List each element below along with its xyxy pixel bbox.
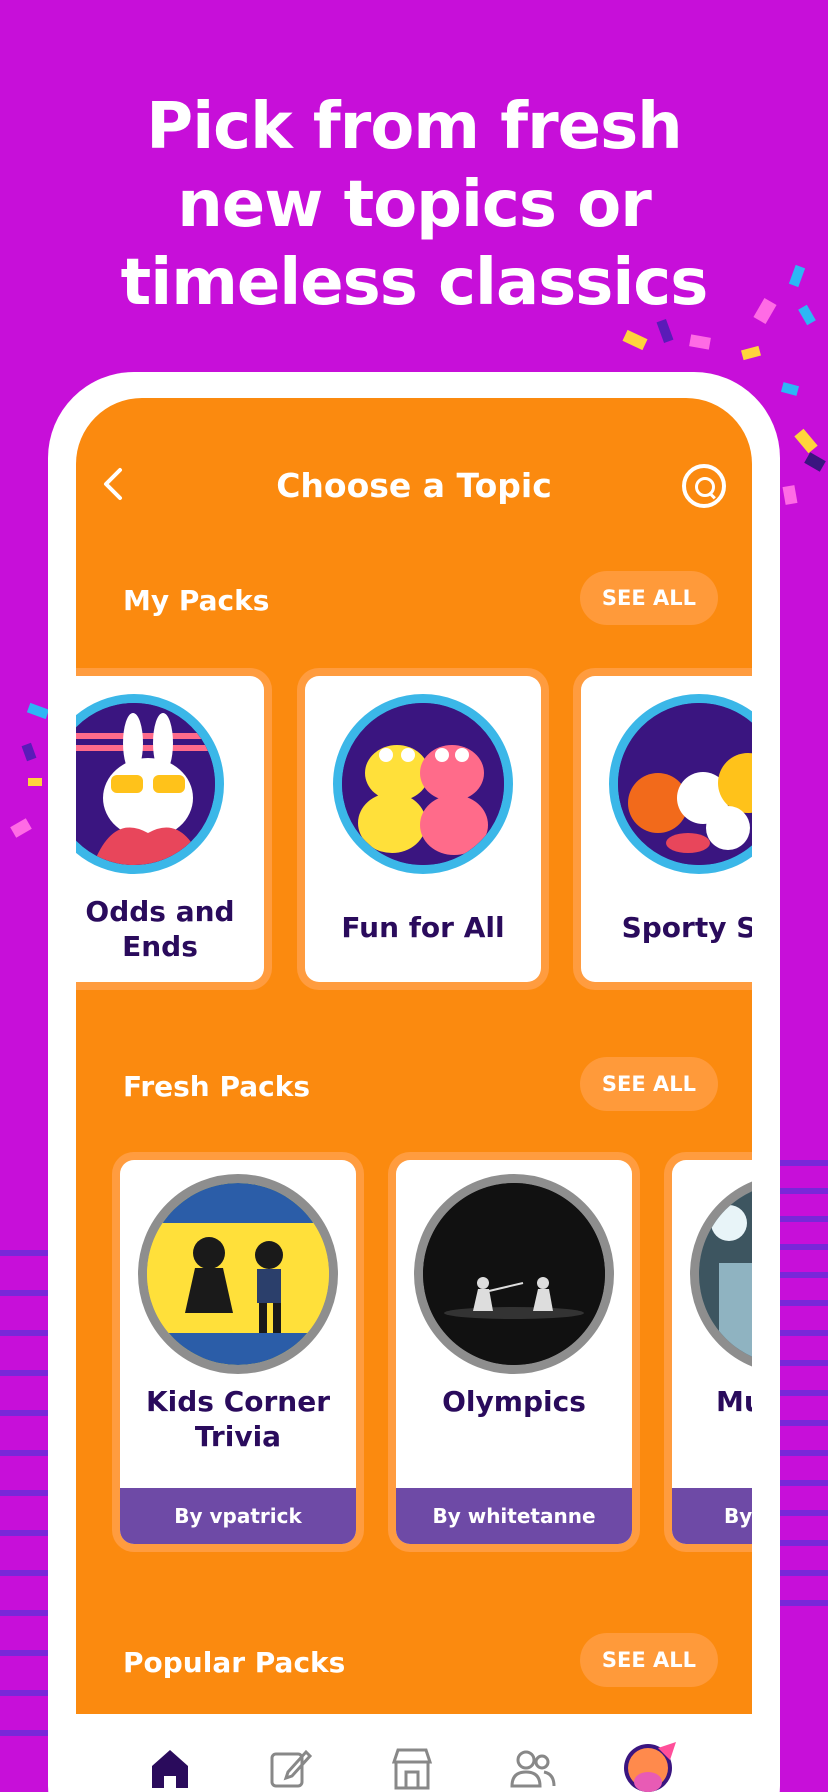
app-screen: Choose a Topic My Packs SEE ALL Odds and… [76, 398, 752, 1792]
see-all-button-fresh-packs[interactable]: SEE ALL [580, 1057, 718, 1111]
author-label: By vpatrick [120, 1488, 356, 1544]
pack-title-line-2: Trivia [194, 1420, 282, 1453]
friends-icon[interactable] [508, 1744, 556, 1792]
pack-card-music[interactable]: Mu By [672, 1160, 752, 1544]
edit-icon[interactable] [266, 1744, 314, 1792]
pack-card-odds-and-ends[interactable]: Odds and Ends [76, 676, 264, 982]
concert-art [690, 1174, 752, 1374]
page-title: Choose a Topic [276, 466, 552, 505]
store-icon[interactable] [388, 1744, 436, 1792]
pack-title: Fun for All [341, 911, 505, 944]
profile-avatar[interactable] [624, 1738, 680, 1792]
pack-title-line-1: Kids Corner [145, 1385, 331, 1418]
nav-bar: Choose a Topic [76, 398, 752, 546]
pack-card-kids-corner-trivia[interactable]: Kids Corner Trivia By vpatrick [120, 1160, 356, 1544]
search-icon[interactable] [682, 464, 726, 508]
pack-card-fun-for-all[interactable]: Fun for All [305, 676, 541, 982]
kids-dancing-art [138, 1174, 338, 1374]
pack-title: Odds and Ends [76, 894, 264, 964]
see-all-button-my-packs[interactable]: SEE ALL [580, 571, 718, 625]
author-label: By whitetanne [396, 1488, 632, 1544]
author-label: By [672, 1488, 752, 1544]
pack-title: Mu [716, 1385, 752, 1418]
section-title-my-packs: My Packs [123, 584, 270, 617]
sports-balls-art [609, 694, 752, 874]
headline-line-1: Pick from fresh [146, 90, 682, 164]
tab-bar [76, 1714, 752, 1792]
pack-title: Olympics [442, 1385, 586, 1418]
pack-title-line-2: Ends [122, 930, 198, 963]
headline: Pick from fresh new topics or timeless c… [0, 88, 828, 322]
headline-line-3: timeless classics [120, 246, 709, 320]
frogs-art [333, 694, 513, 874]
pack-card-sporty[interactable]: Sporty Sp [581, 676, 752, 982]
see-all-button-popular-packs[interactable]: SEE ALL [580, 1633, 718, 1687]
section-title-fresh-packs: Fresh Packs [123, 1070, 311, 1103]
pack-title: Kids Corner Trivia [120, 1384, 356, 1454]
bunny-art [76, 694, 224, 874]
pack-title: Sporty Sp [621, 911, 752, 944]
headline-line-2: new topics or [177, 168, 652, 242]
pack-card-olympics[interactable]: Olympics By whitetanne [396, 1160, 632, 1544]
fencing-art [414, 1174, 614, 1374]
pack-title-line-1: Odds and [85, 895, 235, 928]
home-icon[interactable] [146, 1744, 194, 1792]
section-title-popular-packs: Popular Packs [123, 1646, 346, 1679]
